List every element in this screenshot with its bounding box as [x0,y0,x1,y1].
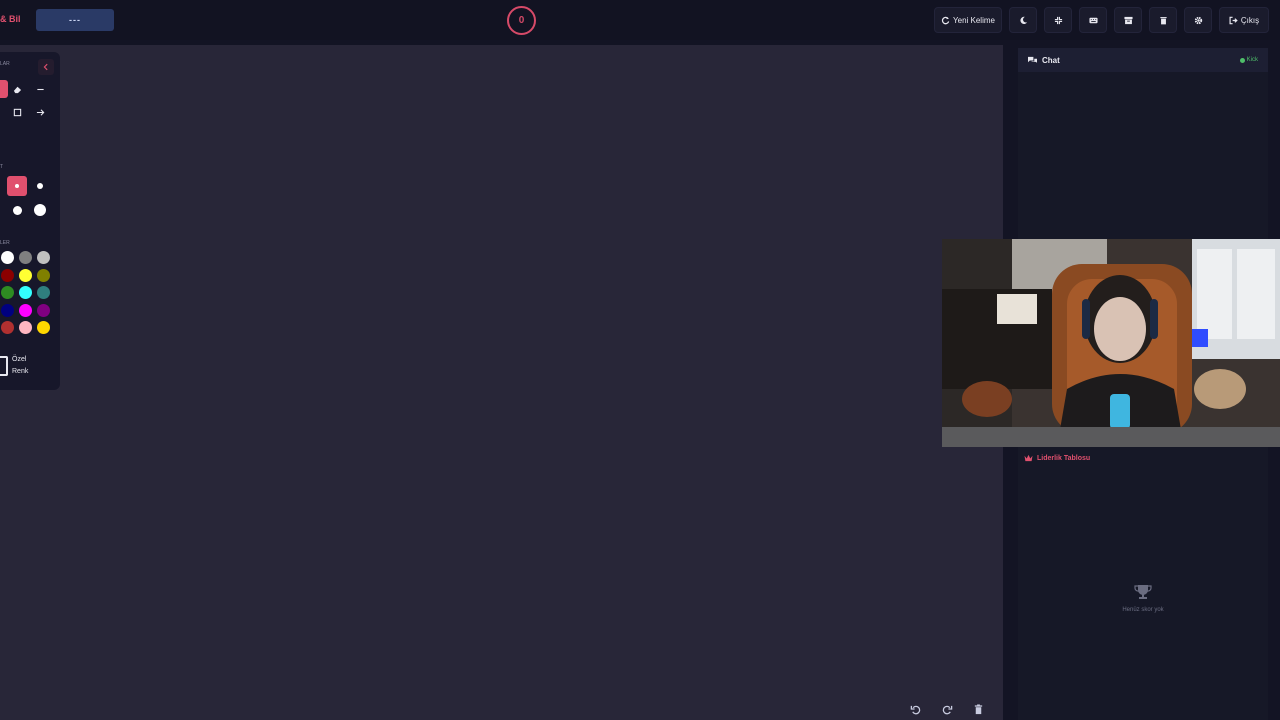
brush-size-xlarge-button[interactable] [31,201,49,219]
tool-eraser-button[interactable] [8,80,26,98]
theme-toggle-button[interactable] [1009,7,1037,33]
color-swatch[interactable] [37,321,50,334]
archive-icon [1123,16,1133,24]
colors-section-label: LER [0,240,10,246]
kick-status: Kick [1239,57,1258,63]
timer-circle: 0 [507,6,536,35]
collapse-panel-button[interactable] [38,59,54,75]
tool-rectangle-button[interactable] [8,103,26,121]
exit-button[interactable]: Çıkış [1219,7,1269,33]
line-icon [36,88,44,90]
chat-title: Chat [1042,55,1060,65]
color-swatch[interactable] [19,303,32,317]
color-swatch[interactable] [19,286,32,299]
redo-icon [942,705,952,714]
color-swatch[interactable] [1,321,14,334]
app-logo-text: & Bil [0,14,21,24]
custom-color-swatch[interactable] [0,356,8,376]
tool-pencil-button[interactable] [0,80,8,98]
sign-out-icon [1229,16,1238,24]
color-swatch[interactable] [19,321,32,334]
new-word-label: Yeni Kelime [953,15,995,25]
trophy-icon [1134,585,1152,599]
dot-small-icon [15,184,19,188]
color-swatch[interactable] [37,268,50,282]
crown-icon [1024,454,1033,462]
size-section-label: T [0,164,4,170]
webcam-overlay [942,239,1280,447]
compress-icon [1054,16,1062,24]
word-hint-box: --- [36,9,114,31]
dot-large-icon [12,205,22,215]
chevron-left-icon [43,63,48,71]
color-swatch[interactable] [1,251,14,264]
tool-line-button[interactable] [31,80,49,98]
brush-size-large-button[interactable] [8,201,26,219]
color-swatch[interactable] [19,268,32,282]
undo-button[interactable] [906,700,924,718]
moon-icon [1019,16,1027,24]
redo-button[interactable] [938,700,956,718]
delete-button[interactable] [1149,7,1177,33]
color-swatch[interactable] [1,268,14,282]
brush-size-medium-button[interactable] [31,177,49,195]
comments-icon [1028,56,1037,63]
arrow-right-icon [36,108,44,116]
refresh-icon [941,16,950,24]
settings-button[interactable] [1184,7,1212,33]
color-swatch[interactable] [19,251,32,264]
dot-medium-icon [37,183,43,189]
trash-icon [1159,16,1167,24]
undo-icon [910,705,920,714]
square-icon [13,108,21,116]
color-swatch[interactable] [1,303,14,317]
brush-size-small-button[interactable] [7,176,27,196]
exit-label: Çıkış [1240,15,1260,25]
gear-icon [1194,16,1202,24]
online-dot-icon [1239,57,1245,63]
kick-label: Kick [1246,57,1258,63]
leaderboard-title: Liderlik Tablosu [1024,454,1090,462]
clear-canvas-button[interactable] [969,700,987,718]
tool-arrow-button[interactable] [31,103,49,121]
color-swatch[interactable] [37,286,50,299]
color-swatch[interactable] [37,251,50,264]
trash-icon [974,703,982,714]
fullscreen-button[interactable] [1044,7,1072,33]
keyboard-button[interactable] [1079,7,1107,33]
tools-section-label: LAR [0,61,10,67]
leaderboard-empty-text: Henüz skor yok [1122,607,1164,613]
leaderboard-title-text: Liderlik Tablosu [1037,454,1091,462]
webcam-feed-image [942,239,1280,447]
eraser-icon [13,86,21,93]
custom-color-line-1: Özel [12,356,27,363]
tools-panel: LAR T LER Özel Renk [0,52,60,390]
color-swatch[interactable] [1,286,14,299]
dot-xlarge-icon [34,204,46,216]
keyboard-icon [1088,17,1098,23]
drawing-canvas[interactable] [0,45,1003,720]
archive-button[interactable] [1114,7,1142,33]
custom-color-line-2: Renk [12,368,29,375]
color-swatch[interactable] [37,303,50,317]
custom-color-label[interactable]: Özel Renk [12,354,28,378]
new-word-button[interactable]: Yeni Kelime [934,7,1002,33]
chat-header: Chat Kick [1018,48,1268,72]
